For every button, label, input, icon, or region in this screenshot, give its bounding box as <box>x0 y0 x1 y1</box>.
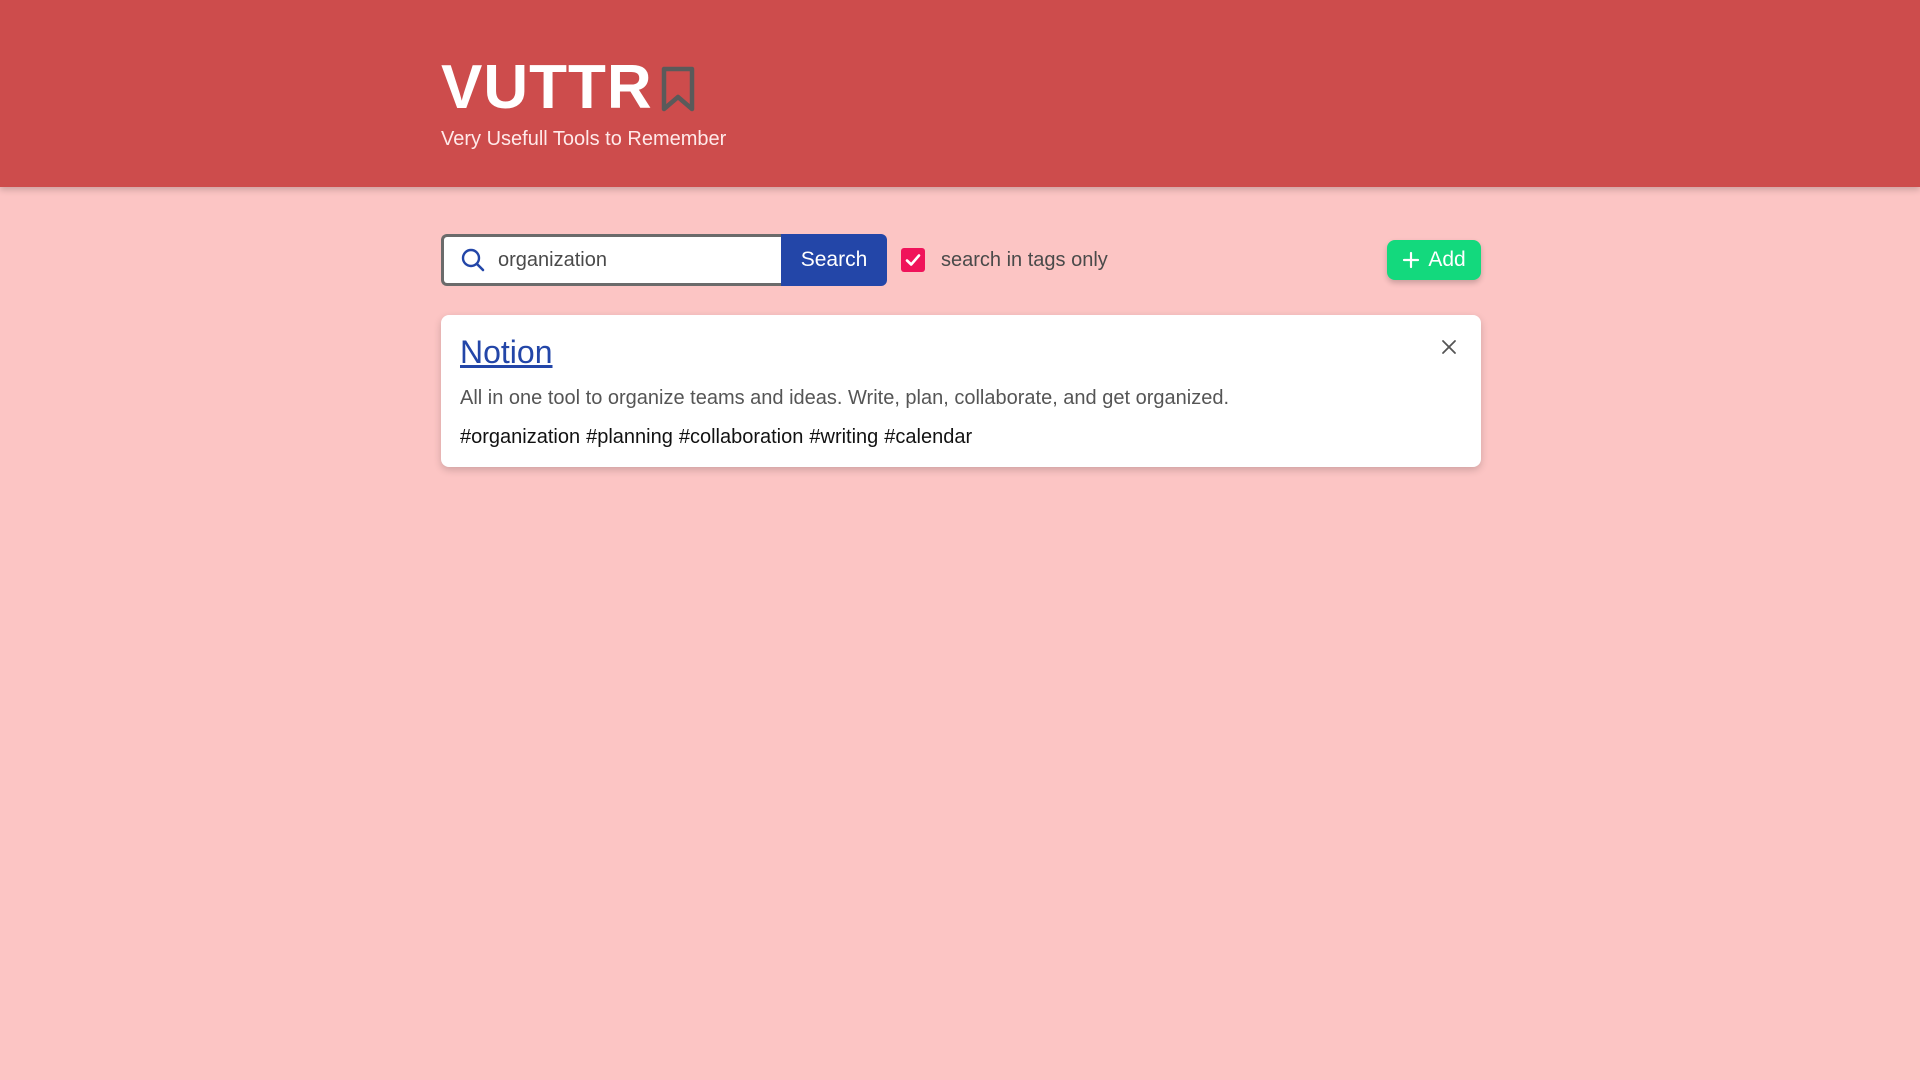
tag: #collaboration <box>678 426 804 448</box>
tool-tags: #organization #planning #collaboration #… <box>460 424 972 450</box>
app-header: VUTTR Very Usefull Tools to Remember <box>0 0 1920 187</box>
close-icon <box>1442 340 1456 354</box>
search-button[interactable]: Search <box>781 234 887 286</box>
tag: #planning <box>586 426 673 448</box>
search-input[interactable] <box>498 248 768 272</box>
tool-description: All in one tool to organize teams and id… <box>460 387 1229 409</box>
tags-only-checkbox[interactable] <box>901 248 925 272</box>
tags-only-label: search in tags only <box>941 248 1108 271</box>
tag: #writing <box>809 426 879 448</box>
add-button-label: Add <box>1428 248 1466 271</box>
checkmark-icon <box>905 254 921 266</box>
app-subtitle: Very Usefull Tools to Remember <box>441 128 727 150</box>
search-box[interactable] <box>441 234 781 286</box>
plus-icon <box>1403 251 1420 269</box>
tag: #organization <box>460 426 581 448</box>
bookmark-icon <box>661 66 694 112</box>
brand-row: VUTTR <box>441 52 726 124</box>
add-tool-button[interactable]: Add <box>1387 240 1481 280</box>
tool-card: Notion All in one tool to organize teams… <box>441 315 1481 467</box>
toolbar: Search search in tags only Add <box>441 234 1481 286</box>
remove-tool-button[interactable] <box>1435 333 1463 361</box>
tags-only-filter[interactable]: search in tags only <box>901 234 1108 286</box>
search-icon <box>461 248 485 272</box>
brand: VUTTR Very Usefull Tools to Remember <box>441 52 726 151</box>
app-title: VUTTR <box>441 53 653 122</box>
tag: #calendar <box>884 426 973 448</box>
tool-title-link[interactable]: Notion <box>460 333 553 371</box>
